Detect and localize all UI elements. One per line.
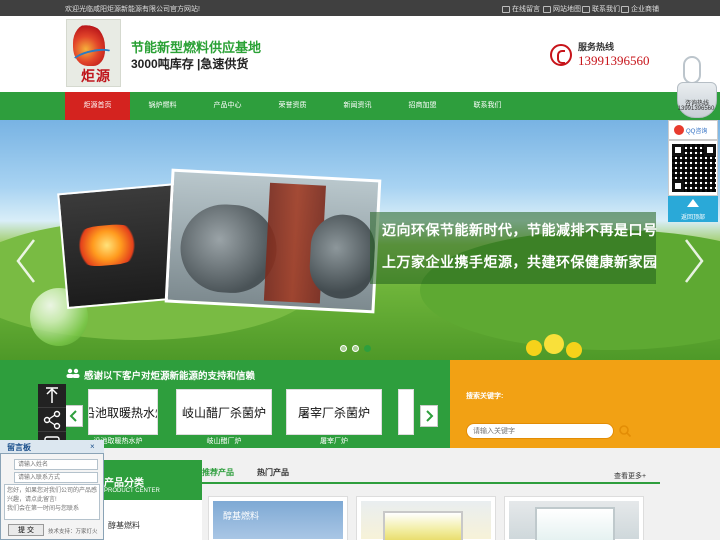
main-nav: 炬源首页 锅炉燃料 产品中心 荣誉资质 新闻资讯 招商加盟 联系我们 xyxy=(0,92,720,120)
qq-icon xyxy=(674,125,684,135)
contact-input[interactable] xyxy=(14,472,98,483)
client-logo-card[interactable]: 屠宰厂杀菌炉 xyxy=(286,389,382,435)
slide-dot-3[interactable] xyxy=(364,345,371,352)
message-textarea[interactable] xyxy=(4,484,100,520)
search-input[interactable] xyxy=(466,423,614,439)
clients-next-button[interactable] xyxy=(420,405,438,427)
message-board-close-button[interactable]: × xyxy=(90,442,95,451)
hotline-label: 服务热线 xyxy=(578,42,615,52)
nav-item-contact[interactable]: 联系我们 xyxy=(455,92,520,120)
client-logo-text: 屠宰厂杀菌炉 xyxy=(297,406,370,420)
qr-finder xyxy=(672,180,684,192)
tab-recommended[interactable]: 推荐产品 xyxy=(202,467,234,478)
client-logo-text: 沿池取暖热水炉 xyxy=(89,406,157,420)
search-label: 搜索关键字: xyxy=(466,393,504,400)
hotline-phone-icon xyxy=(550,44,572,66)
chevron-left-icon xyxy=(69,410,77,422)
nav-item-home[interactable]: 炬源首页 xyxy=(65,92,130,120)
top-bar: 欢迎光临咸阳炬源新能源有限公司官方网站! 在线留言 网站地图 联系我们 企业商铺 xyxy=(0,0,720,16)
fuel-tank-photo xyxy=(164,168,382,314)
nav-item-franchise[interactable]: 招商加盟 xyxy=(390,92,455,120)
share-icon xyxy=(43,410,61,430)
side-hotline-number: 13991396560 xyxy=(677,106,715,112)
arrow-up-icon xyxy=(46,387,58,403)
slogan-title: 节能新型燃料供应基地 xyxy=(131,40,262,55)
tank-graphic xyxy=(308,213,377,301)
nav-item-products[interactable]: 产品中心 xyxy=(195,92,260,120)
hang-ring-icon xyxy=(683,56,701,84)
welcome-text: 欢迎光临咸阳炬源新能源有限公司官方网站! xyxy=(65,6,200,13)
people-icon xyxy=(66,368,80,378)
nav-item-boiler-fuel[interactable]: 锅炉燃料 xyxy=(130,92,195,120)
contact-us-label: 联系我们 xyxy=(592,6,620,13)
site-logo[interactable]: 炬源 xyxy=(66,19,121,87)
tank-graphic xyxy=(178,202,279,296)
client-caption: 岐山醋厂炉 xyxy=(206,438,242,445)
view-more-link[interactable]: 查看更多+ xyxy=(614,471,646,481)
clients-title: 感谢以下客户对炬源新能源的支持和信赖 xyxy=(84,371,256,382)
online-message-link[interactable]: 在线留言 xyxy=(502,4,540,14)
category-subtitle: PRODUCT CENTER xyxy=(104,488,160,494)
name-input[interactable] xyxy=(14,459,98,470)
client-caption: 屠宰厂炉 xyxy=(320,438,348,445)
product-card[interactable] xyxy=(504,496,644,540)
beaker-graphic xyxy=(535,507,615,540)
contact-us-link[interactable]: 联系我们 xyxy=(582,4,620,14)
sitemap-link[interactable]: 网站地图 xyxy=(543,4,581,14)
client-logo-card[interactable]: 岐山醋厂杀菌炉 xyxy=(176,389,272,435)
shop-label: 企业商铺 xyxy=(631,6,659,13)
phone-icon xyxy=(582,5,590,13)
qq-consult-label: QQ咨询 xyxy=(686,129,708,135)
search-icon xyxy=(619,425,632,438)
product-card[interactable] xyxy=(356,496,496,540)
slogan-subtitle: 3000吨库存 |急速供货 xyxy=(131,57,249,71)
banner-next-arrow-icon[interactable] xyxy=(678,236,708,286)
online-message-label: 在线留言 xyxy=(512,6,540,13)
qr-finder xyxy=(704,144,716,156)
client-logo-card[interactable] xyxy=(398,389,414,435)
arrow-up-icon xyxy=(687,199,699,207)
qr-finder xyxy=(672,144,684,156)
fire-graphic xyxy=(70,222,144,269)
logo-text: 炬源 xyxy=(81,69,111,85)
tech-support-text: 技术支持：万家灯火 xyxy=(48,529,98,535)
message-icon xyxy=(502,5,510,13)
chevron-right-icon xyxy=(426,410,434,422)
qr-code xyxy=(668,140,718,196)
banner-prev-arrow-icon[interactable] xyxy=(12,236,42,286)
shop-link[interactable]: 企业商铺 xyxy=(621,4,659,14)
submit-button[interactable]: 提 交 xyxy=(8,524,44,536)
slide-dot-2[interactable] xyxy=(352,345,359,352)
nav-item-news[interactable]: 新闻资讯 xyxy=(325,92,390,120)
share-button[interactable] xyxy=(38,408,66,432)
sitemap-label: 网站地图 xyxy=(553,6,581,13)
back-to-top-label: 返回顶部 xyxy=(680,215,705,221)
hotline-number: 13991396560 xyxy=(578,53,650,68)
category-title: 产品分类 xyxy=(104,478,144,489)
scroll-top-button[interactable] xyxy=(38,384,66,408)
client-logo-card[interactable]: 沿池取暖热水炉 xyxy=(88,389,158,435)
banner-line-1: 迈向环保节能新时代，节能减排不再是口号 xyxy=(382,222,658,238)
search-button[interactable] xyxy=(618,424,632,438)
clients-prev-button[interactable] xyxy=(65,405,83,427)
banner-line-2: 上万家企业携手炬源，共建环保健康新家园 xyxy=(382,254,658,270)
message-board-title: 留言板 xyxy=(7,443,31,452)
nav-item-honors[interactable]: 荣誉资质 xyxy=(260,92,325,120)
shop-icon xyxy=(621,5,629,13)
slide-dot-1[interactable] xyxy=(340,345,347,352)
tab-popular[interactable]: 热门产品 xyxy=(257,467,289,478)
product-label: 醇基燃料 xyxy=(223,511,260,521)
yellow-flowers-graphic xyxy=(526,334,582,358)
category-item[interactable]: 醇基燃料 xyxy=(108,520,140,531)
product-card[interactable]: 醇基燃料 xyxy=(208,496,348,540)
sitemap-icon xyxy=(543,5,551,13)
beaker-graphic xyxy=(383,511,463,540)
client-logo-text: 岐山醋厂杀菌炉 xyxy=(181,406,266,420)
